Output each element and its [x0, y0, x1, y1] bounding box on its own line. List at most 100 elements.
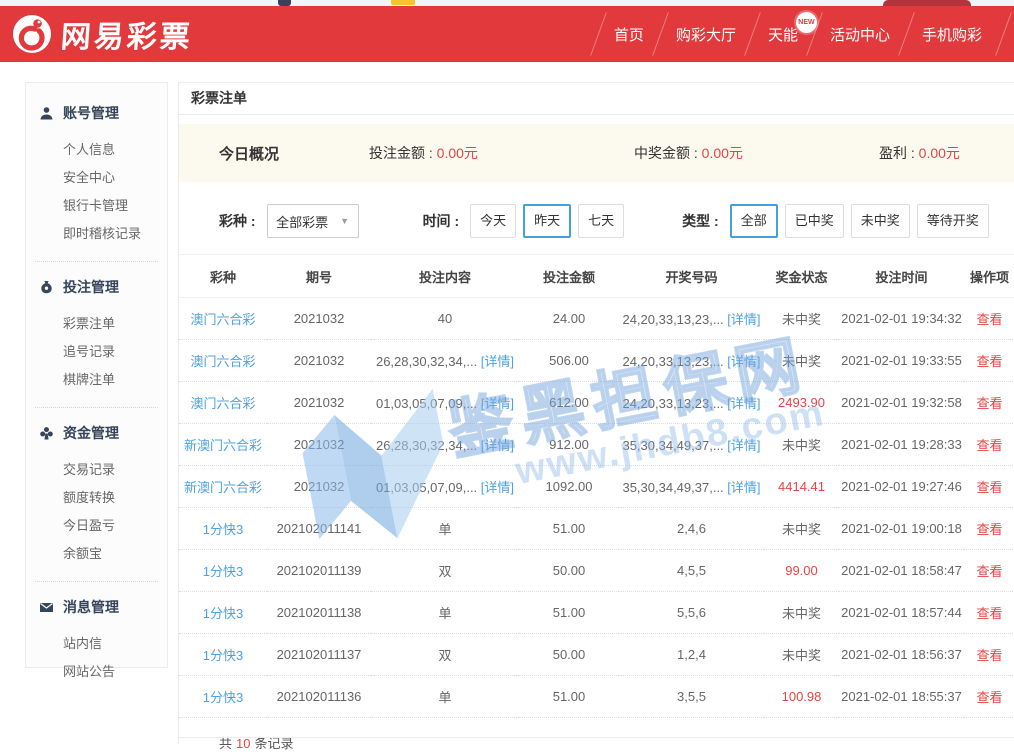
nav-item[interactable]: 天能NEW [752, 6, 814, 62]
view-link[interactable]: 查看 [976, 480, 1002, 495]
view-link[interactable]: 查看 [976, 396, 1002, 411]
sidebar-item-站内信[interactable]: 站内信 [26, 630, 167, 658]
status-cell: 未中奖 [782, 648, 821, 663]
nav-item[interactable]: 手机购彩 [906, 6, 998, 62]
time-cell: 2021-02-01 19:27:46 [839, 466, 964, 508]
time-filter-button-七天[interactable]: 七天 [578, 204, 624, 238]
sidebar-item-个人信息[interactable]: 个人信息 [26, 136, 167, 164]
status-cell: 未中奖 [782, 438, 821, 453]
type-filter-button-等待开奖[interactable]: 等待开奖 [917, 204, 989, 238]
numbers-detail-link[interactable]: [详情] [727, 438, 760, 453]
stat-profit: 盈利 : 0.00元 [879, 143, 960, 163]
amount-cell: 24.00 [519, 298, 619, 340]
type-filter-button-已中奖[interactable]: 已中奖 [785, 204, 844, 238]
numbers-detail-link[interactable]: [详情] [727, 480, 760, 495]
type-filter-button-全部[interactable]: 全部 [730, 204, 778, 238]
amount-cell: 50.00 [519, 634, 619, 676]
table-row: 澳门六合彩 2021032 40 24.00 24,20,33,13,23,..… [179, 298, 1014, 340]
sidebar-item-追号记录[interactable]: 追号记录 [26, 338, 167, 366]
view-link[interactable]: 查看 [976, 690, 1002, 705]
content-cell: 26,28,30,32,34,... [详情] [371, 340, 519, 382]
status-cell: 未中奖 [782, 312, 821, 327]
sidebar-item-网站公告[interactable]: 网站公告 [26, 658, 167, 686]
lottery-select[interactable]: 全部彩票 ▼ [267, 204, 359, 238]
time-cell: 2021-02-01 18:57:44 [839, 592, 964, 634]
column-header-操作项: 操作项 [964, 255, 1014, 298]
lottery-link[interactable]: 新澳门六合彩 [184, 480, 262, 495]
nav-item[interactable]: 购彩大厅 [660, 6, 752, 62]
table-row: 1分快3 202102011138 单 51.00 5,5,6 未中奖 2021… [179, 592, 1014, 634]
nav-item[interactable]: 活动中心 [814, 6, 906, 62]
sidebar-item-安全中心[interactable]: 安全中心 [26, 164, 167, 192]
today-overview: 今日概况 投注金额 : 0.00元 中奖金额 : 0.00元 盈利 : 0.00… [179, 124, 1014, 182]
sidebar-item-棋牌注单[interactable]: 棋牌注单 [26, 366, 167, 394]
nav-item-label: 首页 [614, 24, 644, 45]
lottery-link[interactable]: 1分快3 [203, 522, 243, 537]
amount-cell: 51.00 [519, 676, 619, 718]
lottery-link[interactable]: 1分快3 [203, 564, 243, 579]
numbers-cell: 24,20,33,13,23,... [详情] [619, 298, 764, 340]
content-cell: 01,03,05,07,09,... [详情] [371, 466, 519, 508]
site-logo[interactable]: 网易彩票 [0, 12, 193, 56]
content-detail-link[interactable]: [详情] [481, 438, 514, 453]
time-filter-button-今天[interactable]: 今天 [470, 204, 516, 238]
sidebar-item-list: 交易记录额度转换今日盈亏余额宝 [26, 456, 167, 568]
type-filter-label: 类型 : [682, 211, 719, 231]
view-link[interactable]: 查看 [976, 564, 1002, 579]
sidebar-section-账号管理[interactable]: 账号管理 [26, 103, 167, 123]
numbers-cell: 24,20,33,13,23,... [详情] [619, 382, 764, 424]
lottery-link[interactable]: 1分快3 [203, 648, 243, 663]
filter-bar: 彩种 : 全部彩票 ▼ 时间 : 今天昨天七天 类型 : 全部已中奖未中奖等待开… [179, 203, 1014, 239]
moneybag-icon [39, 280, 54, 295]
time-cell: 2021-02-01 19:28:33 [839, 424, 964, 466]
bet-records-table: 彩种期号投注内容投注金额开奖号码奖金状态投注时间操作项 澳门六合彩 202103… [179, 254, 1014, 718]
view-link[interactable]: 查看 [976, 606, 1002, 621]
type-filter-button-未中奖[interactable]: 未中奖 [851, 204, 910, 238]
sidebar-item-今日盈亏[interactable]: 今日盈亏 [26, 512, 167, 540]
table-header-row: 彩种期号投注内容投注金额开奖号码奖金状态投注时间操作项 [179, 255, 1014, 298]
sidebar-item-额度转换[interactable]: 额度转换 [26, 484, 167, 512]
issue-cell: 2021032 [267, 424, 371, 466]
sidebar-item-银行卡管理[interactable]: 银行卡管理 [26, 192, 167, 220]
sidebar-section-资金管理[interactable]: 资金管理 [26, 423, 167, 443]
sidebar-item-list: 站内信网站公告 [26, 630, 167, 686]
view-link[interactable]: 查看 [976, 312, 1002, 327]
sidebar-section-消息管理[interactable]: 消息管理 [26, 597, 167, 617]
table-row: 澳门六合彩 2021032 26,28,30,32,34,... [详情] 50… [179, 340, 1014, 382]
numbers-detail-link[interactable]: [详情] [727, 396, 760, 411]
stat-win-amount: 中奖金额 : 0.00元 [634, 143, 879, 163]
view-link[interactable]: 查看 [976, 438, 1002, 453]
numbers-detail-link[interactable]: [详情] [727, 312, 760, 327]
time-cell: 2021-02-01 19:32:58 [839, 382, 964, 424]
content-detail-link[interactable]: [详情] [481, 396, 514, 411]
lottery-link[interactable]: 1分快3 [203, 606, 243, 621]
sidebar-item-彩票注单[interactable]: 彩票注单 [26, 310, 167, 338]
lottery-link[interactable]: 澳门六合彩 [190, 354, 255, 369]
view-link[interactable]: 查看 [976, 354, 1002, 369]
column-header-投注金额: 投注金额 [519, 255, 619, 298]
lottery-link[interactable]: 澳门六合彩 [190, 312, 255, 327]
sidebar-item-余额宝[interactable]: 余额宝 [26, 540, 167, 568]
content-detail-link[interactable]: [详情] [481, 480, 514, 495]
amount-cell: 50.00 [519, 550, 619, 592]
issue-cell: 202102011136 [267, 676, 371, 718]
numbers-detail-link[interactable]: [详情] [727, 354, 760, 369]
table-row: 1分快3 202102011139 双 50.00 4,5,5 99.00 20… [179, 550, 1014, 592]
lottery-link[interactable]: 新澳门六合彩 [184, 438, 262, 453]
sidebar-item-交易记录[interactable]: 交易记录 [26, 456, 167, 484]
time-filter-button-昨天[interactable]: 昨天 [523, 204, 571, 238]
view-link[interactable]: 查看 [976, 648, 1002, 663]
sidebar-section-投注管理[interactable]: 投注管理 [26, 277, 167, 297]
nav-item[interactable]: 首页 [598, 6, 660, 62]
stat-win-amount-value: 0.00元 [702, 145, 743, 161]
main-nav: 首页 购彩大厅 天能NEW 活动中心 手机购彩 [598, 6, 1014, 62]
content-detail-link[interactable]: [详情] [481, 354, 514, 369]
content-cell: 单 [371, 676, 519, 718]
lottery-link[interactable]: 澳门六合彩 [190, 396, 255, 411]
view-link[interactable]: 查看 [976, 522, 1002, 537]
sidebar-item-即时稽核记录[interactable]: 即时稽核记录 [26, 220, 167, 248]
issue-cell: 202102011137 [267, 634, 371, 676]
lottery-link[interactable]: 1分快3 [203, 690, 243, 705]
issue-cell: 202102011139 [267, 550, 371, 592]
table-row: 1分快3 202102011137 双 50.00 1,2,4 未中奖 2021… [179, 634, 1014, 676]
